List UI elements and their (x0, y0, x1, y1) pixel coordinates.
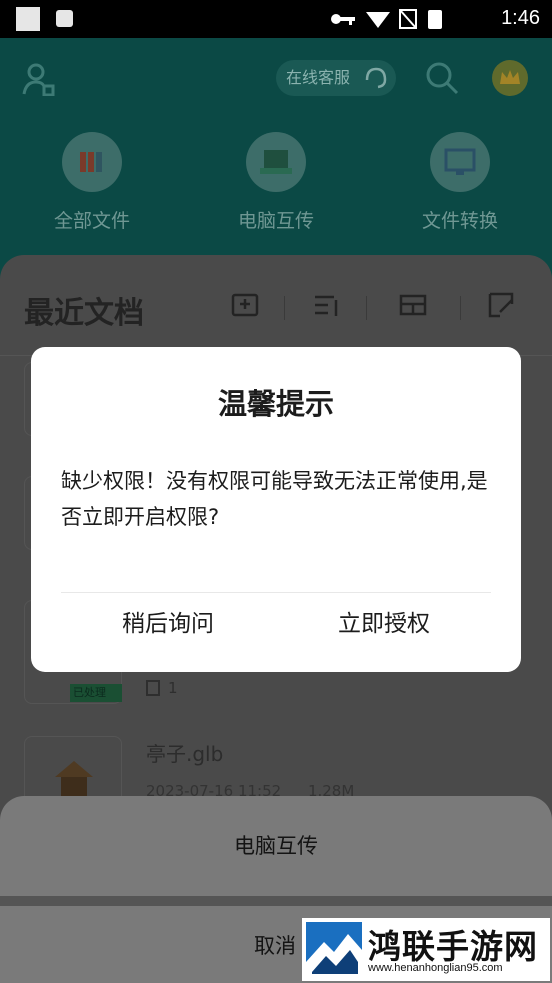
feature-label: 电脑互传 (237, 210, 314, 232)
authorize-now-button[interactable]: 立即授权 (277, 593, 491, 665)
monitor-convert-icon (430, 132, 490, 192)
pc-transfer-icon (246, 132, 306, 192)
clock: 1:46 (501, 7, 540, 29)
sort-icon[interactable] (312, 290, 342, 320)
page-count: 1 (168, 679, 178, 697)
notification-icon (16, 7, 40, 31)
status-bar: 1:46 (0, 0, 552, 38)
feature-label: 全部文件 (53, 210, 130, 232)
permission-dialog: 温馨提示 缺少权限！没有权限可能导致无法正常使用,是否立即开启权限? 稍后询问 … (31, 347, 521, 672)
watermark-logo-icon (306, 922, 362, 978)
processed-badge: 已处理 (70, 684, 122, 702)
online-service-label: 在线客服 (286, 68, 351, 87)
status-icons (331, 9, 442, 29)
edit-icon[interactable] (486, 290, 516, 320)
layout-icon[interactable] (398, 290, 428, 320)
sheet-cancel-label: 取消 (254, 934, 296, 958)
sheet-divider (0, 896, 552, 906)
site-watermark: 鸿联手游网 www.henanhonglian95.com (302, 918, 550, 981)
dialog-message: 缺少权限！没有权限可能导致无法正常使用,是否立即开启权限? (61, 469, 488, 529)
feature-label: 文件转换 (421, 210, 498, 232)
file-name[interactable]: 亭子.glb (146, 738, 223, 767)
notification-icon-small (56, 10, 73, 27)
watermark-name: 鸿联手游网 (368, 927, 538, 966)
online-service-button[interactable]: 在线客服 (276, 60, 396, 96)
feature-file-convert[interactable]: 文件转换 (390, 132, 530, 233)
ask-later-button[interactable]: 稍后询问 (61, 593, 275, 665)
feature-all-files[interactable]: 全部文件 (22, 132, 162, 233)
add-file-icon[interactable] (230, 290, 260, 320)
recent-documents-title: 最近文档 (24, 296, 144, 331)
toolbar-divider (460, 296, 461, 320)
user-settings-icon[interactable] (22, 62, 56, 96)
dialog-title: 温馨提示 (217, 387, 334, 421)
toolbar-divider (366, 296, 367, 320)
feature-pc-transfer[interactable]: 电脑互传 (206, 132, 346, 233)
document-icon (146, 680, 160, 696)
vip-crown-icon[interactable] (492, 60, 528, 96)
sheet-option-pc-transfer[interactable]: 电脑互传 (0, 796, 552, 896)
watermark-url: www.henanhonglian95.com (368, 962, 503, 974)
toolbar-divider (284, 296, 285, 320)
headset-icon (365, 67, 387, 89)
books-icon (62, 132, 122, 192)
search-icon[interactable] (424, 60, 460, 96)
